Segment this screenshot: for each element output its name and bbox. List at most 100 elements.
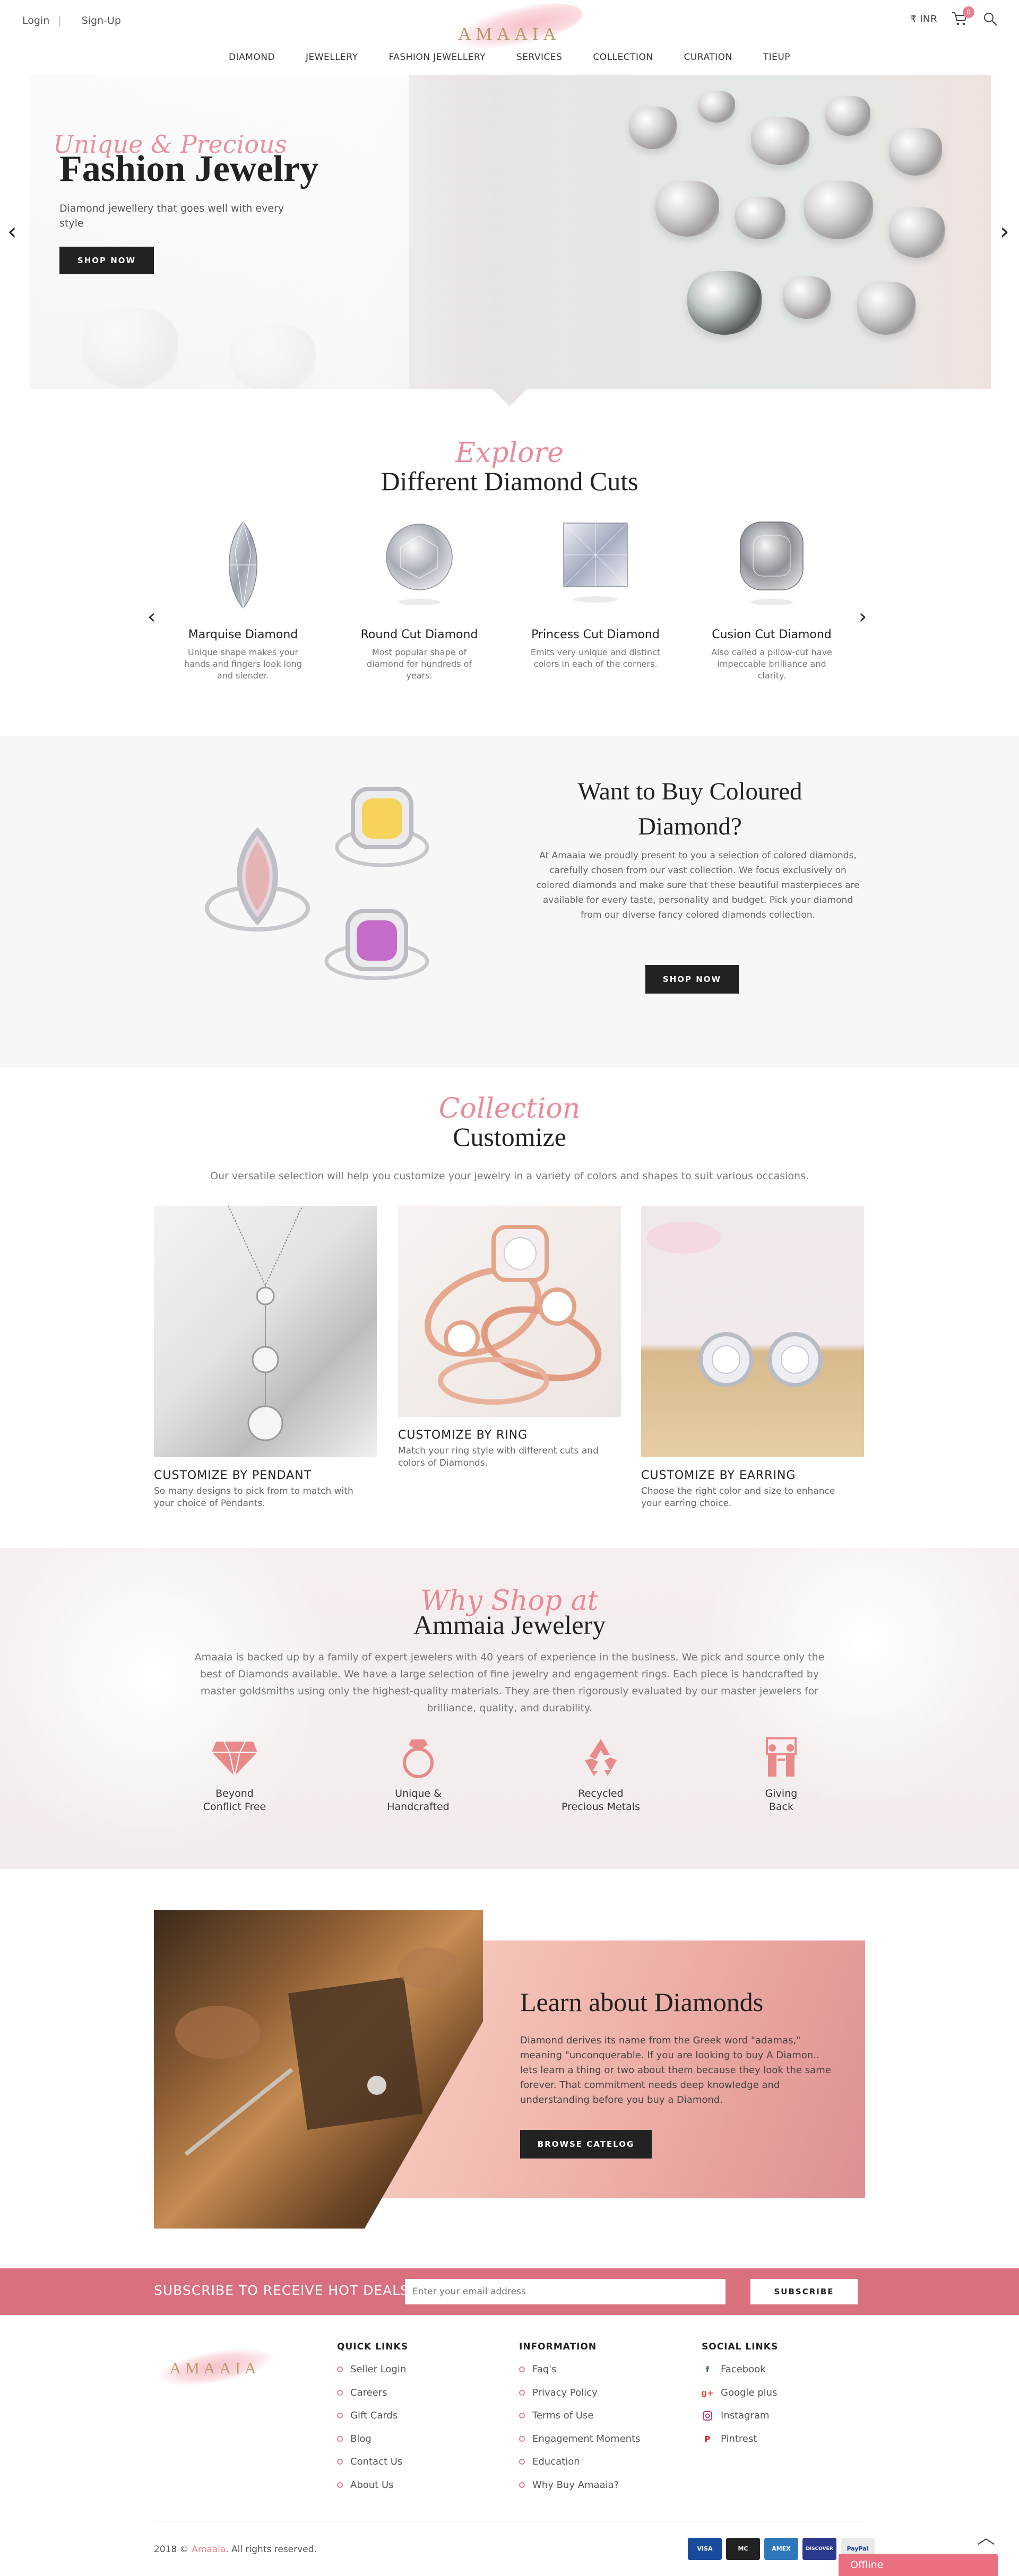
nav-tieup[interactable]: TIEUP <box>763 52 790 63</box>
footer-link[interactable]: Contact Us <box>337 2456 408 2479</box>
bullet-icon <box>337 2413 343 2418</box>
cart-button[interactable]: 0 <box>951 6 974 28</box>
customize-intro: Our versatile selection will help you cu… <box>210 1170 809 1182</box>
diamond-cuts-section: Explore Different Diamond Cuts ‹ › Marqu… <box>0 435 1019 711</box>
nav-fashion-jewellery[interactable]: FASHION JEWELLERY <box>388 52 486 63</box>
nav-collection[interactable]: COLLECTION <box>593 52 653 63</box>
copyright-text: . All rights reserved. <box>226 2544 317 2555</box>
coloured-shop-now-button[interactable]: SHOP NOW <box>645 965 739 994</box>
why-description: Amaaia is backed up by a family of exper… <box>194 1651 825 1714</box>
cushion-diamond-image <box>740 521 804 605</box>
nav-diamond[interactable]: DIAMOND <box>229 52 275 63</box>
footer-link[interactable]: Gift Cards <box>337 2410 408 2433</box>
cut-card-round[interactable]: Round Cut Diamond Most popular shape of … <box>353 520 486 682</box>
ring-image <box>398 1206 621 1417</box>
site-footer: AMAAIA QUICK LINKS Seller Login Careers … <box>0 2315 1019 2576</box>
subscribe-label: SUBSCRIBE TO RECEIVE HOT DEALS <box>154 2283 410 2298</box>
browse-catalog-button[interactable]: BROWSE CATELOG <box>520 2130 652 2159</box>
customize-section: Collection Customize Our versatile selec… <box>0 1093 1019 1544</box>
why-label-line: Unique & <box>395 1788 442 1799</box>
search-icon[interactable] <box>983 12 998 27</box>
why-label-line: Recycled <box>578 1788 624 1799</box>
footer-logo[interactable]: AMAAIA <box>154 2341 276 2393</box>
footer-link-label: Why Buy Amaaia? <box>532 2479 619 2491</box>
nav-curation[interactable]: CURATION <box>684 52 732 63</box>
nav-services[interactable]: SERVICES <box>516 52 562 63</box>
bullet-icon <box>337 2366 343 2372</box>
amex-icon: AMEX <box>764 2538 798 2560</box>
nav-jewellery[interactable]: JEWELLERY <box>306 52 358 63</box>
bullet-icon <box>337 2482 343 2488</box>
social-link-pinterest[interactable]: P Pintrest <box>702 2433 778 2457</box>
footer-link[interactable]: Terms of Use <box>519 2410 641 2433</box>
quick-links-heading: QUICK LINKS <box>337 2342 408 2352</box>
cut-name: Round Cut Diamond <box>360 628 478 641</box>
hero-shop-now-button[interactable]: SHOP NOW <box>59 247 154 274</box>
quick-links-column: QUICK LINKS Seller Login Careers Gift Ca… <box>337 2342 408 2502</box>
diamond-image <box>889 207 945 258</box>
cuts-prev-arrow-icon[interactable]: ‹ <box>148 605 156 628</box>
site-logo[interactable]: AMAAIA <box>435 0 586 59</box>
learn-title: Learn about Diamonds <box>520 1987 764 2017</box>
social-link-instagram[interactable]: Instagram <box>702 2410 778 2433</box>
footer-link-label: Privacy Policy <box>532 2387 598 2398</box>
footer-link[interactable]: Engagement Moments <box>519 2433 641 2457</box>
customize-card-pendant[interactable]: CUSTOMIZE BY PENDANT So many designs to … <box>154 1206 377 1510</box>
cuts-title: Different Diamond Cuts <box>381 466 638 496</box>
customize-card-ring[interactable]: CUSTOMIZE BY RING Match your ring style … <box>398 1206 621 1469</box>
social-link-google-plus[interactable]: g+ Google plus <box>701 2387 778 2410</box>
diamond-image <box>687 271 762 335</box>
cut-card-princess[interactable]: Princess Cut Diamond Emits very unique a… <box>529 520 662 670</box>
coloured-title: Want to Buy Coloured Diamond? <box>577 778 802 840</box>
customize-card-desc: Match your ring style with different cut… <box>398 1446 599 1468</box>
social-link-facebook[interactable]: f Facebook <box>702 2364 778 2387</box>
footer-link[interactable]: About Us <box>337 2479 408 2503</box>
customize-card-earring[interactable]: CUSTOMIZE BY EARRING Choose the right co… <box>641 1206 864 1510</box>
hero-text-panel <box>29 75 409 389</box>
cut-card-marquise[interactable]: Marquise Diamond Unique shape makes your… <box>177 520 309 682</box>
footer-logo-text: AMAAIA <box>169 2360 261 2377</box>
hero-title: Fashion Jewelry <box>59 149 319 189</box>
why-shop-section: Why Shop at Ammaia Jewelery Amaaia is ba… <box>0 1548 1019 1869</box>
diamond-image <box>629 107 677 149</box>
footer-link-label: Seller Login <box>350 2364 407 2375</box>
footer-link[interactable]: Seller Login <box>337 2364 408 2387</box>
why-label-line: Precious Metals <box>562 1801 640 1813</box>
giving-icon <box>766 1737 797 1777</box>
email-input[interactable] <box>405 2279 726 2304</box>
why-title: Ammaia Jewelery <box>413 1610 606 1640</box>
customize-title: Customize <box>453 1122 566 1152</box>
footer-link[interactable]: Blog <box>337 2433 408 2457</box>
signup-link[interactable]: Sign-Up <box>82 15 121 27</box>
subscribe-button[interactable]: SUBSCRIBE <box>750 2279 858 2304</box>
bullet-icon <box>337 2435 343 2442</box>
cut-card-cushion[interactable]: Cusion Cut Diamond Also called a pillow-… <box>705 520 838 682</box>
bullet-icon <box>519 2413 525 2418</box>
hero-notch <box>492 389 527 406</box>
facebook-icon: f <box>705 2365 710 2374</box>
cart-count-badge: 0 <box>963 6 974 18</box>
cuts-next-arrow-icon[interactable]: › <box>859 605 867 628</box>
offline-chat-button[interactable]: Offline <box>839 2554 998 2576</box>
copyright: 2018 © Amaaia. All rights reserved. <box>154 2544 317 2555</box>
princess-diamond-image <box>563 523 628 603</box>
currency-selector[interactable]: ₹ INR <box>910 13 937 25</box>
login-link[interactable]: Login <box>22 15 49 27</box>
footer-link[interactable]: Careers <box>337 2387 408 2410</box>
footer-link[interactable]: Why Buy Amaaia? <box>519 2479 641 2503</box>
hero-next-arrow-icon[interactable]: › <box>1000 218 1009 245</box>
scroll-to-top-icon[interactable]: ︿ <box>974 2523 998 2548</box>
footer-link[interactable]: Privacy Policy <box>519 2387 641 2410</box>
footer-link[interactable]: Faq's <box>519 2364 641 2387</box>
marquise-diamond-image <box>229 520 257 609</box>
hero-subtitle: Diamond jewellery that goes well with ev… <box>59 203 284 229</box>
customize-card-title: CUSTOMIZE BY EARRING <box>641 1469 796 1482</box>
hero-prev-arrow-icon[interactable]: ‹ <box>7 218 17 245</box>
footer-link[interactable]: Education <box>519 2456 641 2479</box>
customize-card-title: CUSTOMIZE BY RING <box>398 1429 528 1442</box>
footer-link-label: Terms of Use <box>532 2410 594 2421</box>
why-item-giving-back: Giving Back <box>728 1736 834 1814</box>
copyright-brand-link[interactable]: Amaaia <box>192 2544 226 2555</box>
header-actions: ₹ INR 0 <box>910 6 998 28</box>
purple-cushion-ring-image <box>324 909 429 980</box>
